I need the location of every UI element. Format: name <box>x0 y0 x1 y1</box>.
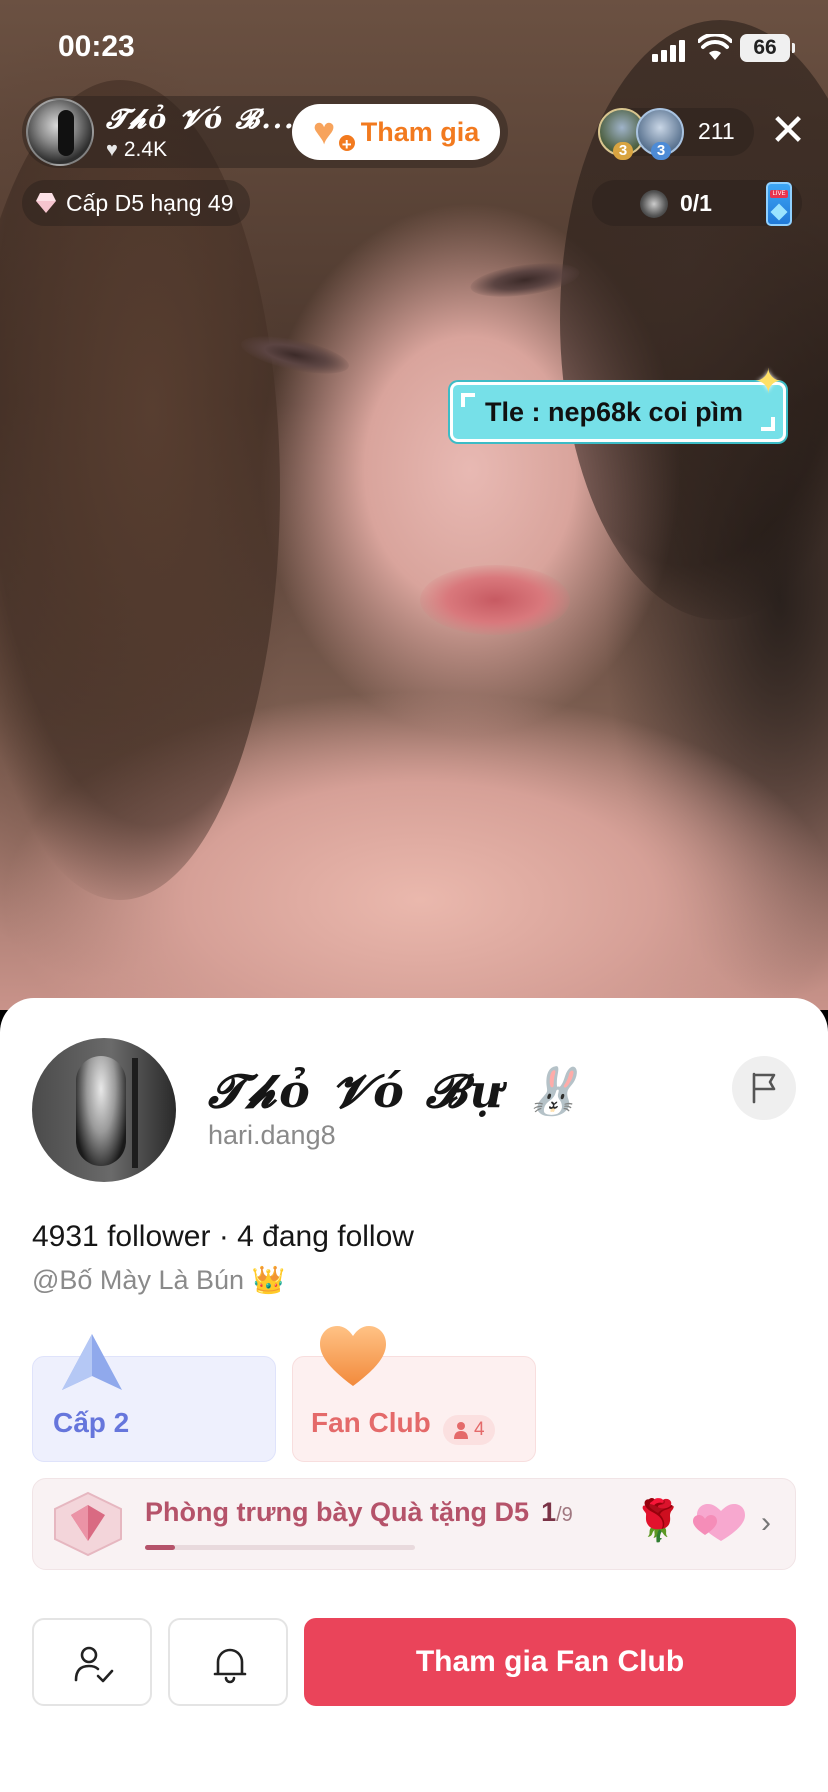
gallery-title-line: Phòng trưng bày Quà tặng D5 1/9 <box>145 1497 573 1528</box>
report-button[interactable] <box>732 1056 796 1120</box>
heart-fanclub-icon <box>320 1326 386 1386</box>
goal-avatar <box>640 190 668 218</box>
fan-club-label: Fan Club <box>311 1407 431 1438</box>
profile-avatar[interactable] <box>32 1038 176 1182</box>
video-face-lips <box>420 565 570 635</box>
host-name: 𝓣𝓱ỏ 𝓥ó 𝓑... <box>106 104 296 135</box>
followers-count[interactable]: 4931 <box>32 1220 99 1253</box>
viewer-level-badge: 3 <box>613 142 633 160</box>
gallery-progress-bar <box>145 1545 415 1550</box>
bell-icon <box>213 1648 247 1684</box>
close-icon[interactable]: ✕ <box>768 108 808 154</box>
goal-progress: 0/1 <box>680 190 712 216</box>
host-avatar[interactable] <box>26 98 94 166</box>
sparkle-icon: ✦ <box>754 363 783 401</box>
notification-button[interactable] <box>168 1618 288 1706</box>
sticker-text: Tle : nep68k coi pìm <box>485 397 744 427</box>
profile-bio: @Bố Mày Là Bún 👑 <box>32 1265 286 1295</box>
user-check-icon <box>74 1646 114 1683</box>
viewer-level-badge: 3 <box>651 142 671 160</box>
profile-sheet: 𝓣𝓱ỏ 𝓥ó 𝓑ự 🐰 hari.dang8 4931 follower · 4… <box>0 998 828 1792</box>
gallery-total: /9 <box>556 1504 573 1526</box>
host-likes: ♥ 2.4K <box>106 138 167 162</box>
followers-label: follower <box>107 1220 211 1253</box>
signal-icon <box>652 40 688 62</box>
phone-live-icon <box>766 182 792 226</box>
heart-icon: ♥ <box>106 138 118 161</box>
host-level-pill[interactable]: Cấp D5 hạng 49 <box>22 180 250 226</box>
level-card-label: Cấp 2 <box>53 1407 130 1438</box>
gallery-count: 1 <box>541 1497 557 1527</box>
tle-sticker: Tle : nep68k coi pìm <box>450 382 786 442</box>
live-goal-pill[interactable]: 0/1 <box>592 180 802 226</box>
gem-gallery-icon <box>54 1491 122 1557</box>
host-info-pill[interactable]: 𝓣𝓱ỏ 𝓥ó 𝓑... ♥ 2.4K ♥ + Tham gia <box>22 96 508 168</box>
gallery-progress-fill <box>145 1545 175 1550</box>
following-label: đang follow <box>262 1220 414 1253</box>
join-button-label: Tham gia <box>360 116 480 147</box>
rose-icon: 🌹 <box>633 1499 683 1543</box>
host-likes-count: 2.4K <box>123 138 168 161</box>
fan-club-member-count: 4 <box>443 1415 495 1445</box>
join-button[interactable]: ♥ + Tham gia <box>292 104 500 160</box>
profile-handle: hari.dang8 <box>208 1120 336 1150</box>
arrow-level-icon <box>62 1334 122 1390</box>
live-video[interactable]: 00:23 66 𝓣𝓱ỏ 𝓥ó 𝓑... ♥ 2.4K ♥ + Tham gia … <box>0 0 828 1010</box>
chevron-right-icon: › <box>761 1506 771 1539</box>
status-time: 00:23 <box>58 30 135 63</box>
profile-stats: 4931 follower · 4 đang follow <box>32 1220 414 1253</box>
battery-icon: 66 <box>740 34 795 62</box>
gift-gallery-row[interactable]: Phòng trưng bày Quà tặng D5 1/9 🌹 › <box>32 1478 796 1570</box>
flag-icon <box>752 1072 776 1104</box>
person-icon <box>454 1422 468 1439</box>
hearts-icon <box>693 1504 745 1541</box>
profile-name: 𝓣𝓱ỏ 𝓥ó 𝓑ự 🐰 <box>208 1064 586 1118</box>
follow-status-button[interactable] <box>32 1618 152 1706</box>
viewer-avatar[interactable]: 3 <box>636 108 684 160</box>
gallery-title: Phòng trưng bày Quà tặng D5 <box>145 1497 530 1527</box>
viewer-list[interactable]: 3 3 211 <box>598 108 754 160</box>
join-fan-club-button[interactable]: Tham gia Fan Club <box>304 1618 796 1706</box>
diamond-icon <box>34 193 58 213</box>
wifi-icon <box>698 34 732 60</box>
join-heart-plus-icon: ♥ + <box>313 113 357 154</box>
host-level-label: Cấp D5 hạng 49 <box>66 189 234 216</box>
viewer-count: 211 <box>698 118 735 144</box>
following-count[interactable]: 4 <box>237 1220 254 1253</box>
